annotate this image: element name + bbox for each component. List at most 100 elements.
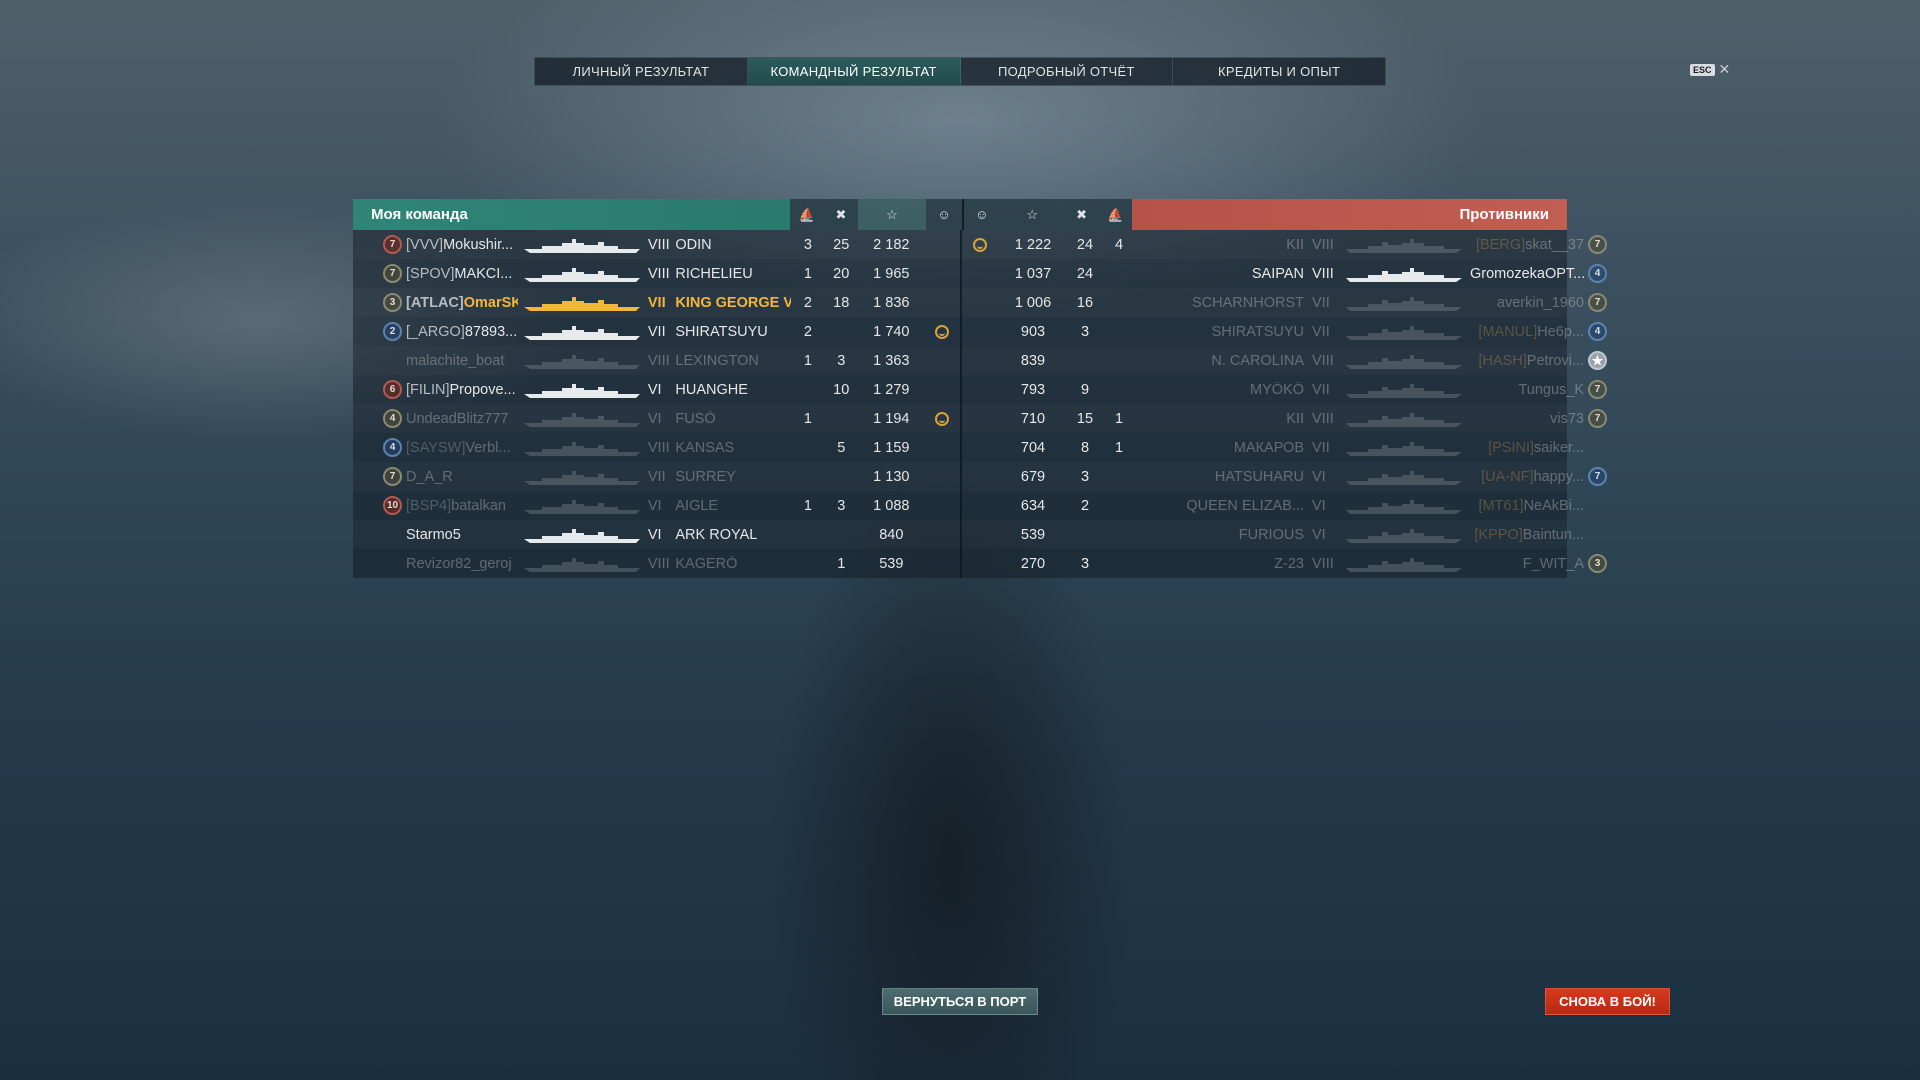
esc-key-label: ESC (1690, 63, 1715, 76)
stat-capture: 1 (803, 265, 812, 282)
player-nickname: He6p... (1537, 323, 1584, 340)
stat-kills: 3 (837, 497, 846, 514)
my-team-player[interactable]: 4 UndeadBlitz777 VI FUSŌ 1 1 194 (353, 404, 962, 433)
ribbon-award-icon (973, 237, 987, 252)
my-team-player[interactable]: 10 [BSP4]batalkan VI AIGLE 1 3 1 088 (353, 491, 962, 520)
enemy-player[interactable]: 539 FURIOUS VI [KPPO]Baintun... (962, 520, 1607, 549)
stat-xp: 839 (1020, 352, 1046, 369)
enemy-player[interactable]: 839 N. CAROLINA VIII [HASH]Petrovi... ★ (962, 346, 1607, 375)
ship-tier: VIII (647, 555, 670, 572)
stat-capture: 1 (803, 352, 812, 369)
rank-badge-icon: 4 (383, 409, 402, 428)
enemy-team-title: Противники (1132, 199, 1567, 230)
table-row: 7 [VVV]Mokushir... VIII ODIN 3 25 2 182 1 222 24… (353, 230, 1607, 259)
my-team-player[interactable]: 3 [ATLAC]OmarSK VII KING GEORGE V 2 18 1 836 (353, 288, 962, 317)
return-to-port-button[interactable]: ВЕРНУТЬСЯ В ПОРТ (882, 988, 1038, 1015)
ship-name: SHIRATSUYU (675, 323, 768, 340)
rank-badge-icon: 7 (1588, 467, 1607, 486)
ship-name: ARK ROYAL (675, 526, 758, 543)
rank-badge-icon: 7 (1588, 380, 1607, 399)
enemy-player[interactable]: 710 15 1 KII VIII vis73 7 (962, 404, 1607, 433)
ship-tier: VI (647, 497, 662, 514)
my-team-player[interactable]: 6 [FILIN]Propove... VI HUANGHE 10 1 279 (353, 375, 962, 404)
enemy-player[interactable]: 1 037 24 SAIPAN VIII GromozekaOPT... 4 (962, 259, 1607, 288)
ship-tier: VI (647, 381, 662, 398)
player-nickname: NeAkBi... (1523, 497, 1584, 514)
my-team-player[interactable]: 7 [SPOV]MAKCI... VIII RICHELIEU 1 20 1 965 (353, 259, 962, 288)
my-team-player[interactable]: 7 D_A_R VII SURREY 1 130 (353, 462, 962, 491)
enemy-player[interactable]: 704 8 1 МАКАРОВ VII [PSINI]saiker... (962, 433, 1607, 462)
player-name: [HASH]Petrovi... (1470, 353, 1584, 369)
my-team-player[interactable]: Starmo5 VI ARK ROYAL 840 (353, 520, 962, 549)
ship-silhouette-icon (523, 238, 640, 253)
close-button[interactable]: ESC ✕ (1690, 61, 1730, 78)
ship-silhouette-icon (523, 296, 640, 311)
stat-xp: 840 (879, 526, 904, 543)
player-name: F_WIT_A (1470, 556, 1584, 572)
ship-silhouette-icon (1346, 499, 1462, 514)
table-row: 4 [SAYSW]Verbl... VIII KANSAS 5 1 159 704 8 1 МАК… (353, 433, 1584, 462)
rank-badge-icon: 7 (1588, 293, 1607, 312)
player-name: [FILIN]Propove... (406, 382, 518, 398)
enemy-player[interactable]: 1 222 24 4 KII VIII [BERG]skat__37 7 (962, 230, 1607, 259)
stat-xp: 539 (1020, 526, 1046, 543)
stat-capture: 1 (1114, 410, 1124, 427)
stat-capture: 4 (1114, 236, 1124, 253)
player-name: averkin_1960 (1470, 295, 1584, 311)
rank-badge-icon: 7 (1588, 235, 1607, 254)
player-name: [SPOV]MAKCI... (406, 266, 518, 282)
tab-personal-result[interactable]: ЛИЧНЫЙ РЕЗУЛЬТАТ (535, 58, 748, 85)
tab-detailed-report[interactable]: ПОДРОБНЫЙ ОТЧЁТ (961, 58, 1174, 85)
ship-silhouette-icon (523, 528, 640, 543)
tab-credits-xp[interactable]: КРЕДИТЫ И ОПЫТ (1173, 58, 1385, 85)
ship-silhouette-icon (1346, 354, 1462, 369)
ship-name: FUSŌ (675, 410, 716, 427)
ship-name: KAGERŌ (675, 555, 738, 572)
ship-tier: VI (647, 526, 662, 543)
my-team-player[interactable]: Revizor82_geroj VIII KAGERŌ 1 539 (353, 549, 962, 578)
ship-name: SCHARNHORST (1192, 294, 1304, 311)
ribbon-icon: ☺ (975, 207, 989, 222)
stat-kills: 3 (1080, 468, 1090, 485)
enemy-player[interactable]: 793 9 MYŌKŌ VII Tungus_K 7 (962, 375, 1607, 404)
enemy-player[interactable]: 634 2 QUEEN ELIZAB... VI [MT61]NeAkBi... (962, 491, 1607, 520)
kills-icon: ✖ (1076, 206, 1088, 222)
player-name: [VVV]Mokushir... (406, 237, 518, 253)
table-header: Моя команда ⛵ ✖ ☆ ☺ ☺ ☆ ✖ ⛵ Противники (353, 199, 1567, 230)
rank-badge-icon: 10 (383, 496, 402, 515)
my-team-player[interactable]: malachite_boat VIII LEXINGTON 1 3 1 363 (353, 346, 962, 375)
player-nickname: Petrovi... (1526, 352, 1584, 369)
enemy-player[interactable]: 903 3 SHIRATSUYU VII [MANUL]He6p... 4 (962, 317, 1607, 346)
battle-again-button[interactable]: СНОВА В БОЙ! (1545, 988, 1670, 1015)
stat-ribbon (925, 324, 960, 339)
ship-silhouette-icon (1346, 412, 1462, 427)
ship-tier: VIII (1312, 352, 1334, 369)
ship-tier: VII (1312, 323, 1330, 340)
my-team-player[interactable]: 7 [VVV]Mokushir... VIII ODIN 3 25 2 182 (353, 230, 962, 259)
player-name: [MT61]NeAkBi... (1470, 498, 1584, 514)
enemy-player[interactable]: 679 3 HATSUHARU VI [UA-NF]happy... 7 (962, 462, 1607, 491)
player-nickname: Baintun... (1522, 526, 1584, 543)
stat-xp: 793 (1020, 381, 1046, 398)
enemy-player[interactable]: 270 3 Z-23 VIII F_WIT_A 3 (962, 549, 1607, 578)
tab-team-result[interactable]: КОМАНДНЫЙ РЕЗУЛЬТАТ (747, 58, 961, 85)
clan-tag: [SPOV] (406, 265, 455, 282)
enemy-player[interactable]: 1 006 16 SCHARNHORST VII averkin_1960 7 (962, 288, 1607, 317)
player-name: [KPPO]Baintun... (1470, 527, 1584, 543)
ship-tier: VI (1312, 526, 1326, 543)
table-row: 7 [SPOV]MAKCI... VIII RICHELIEU 1 20 1 965 1 03… (353, 259, 1607, 288)
table-row: 4 UndeadBlitz777 VI FUSŌ 1 1 194 710 15 1 KII VIII… (353, 404, 1607, 433)
ship-name: KII (1286, 236, 1304, 253)
clan-tag: [HASH] (1478, 352, 1527, 369)
clan-tag: [KPPO] (1474, 526, 1523, 543)
my-team-player[interactable]: 2 [_ARGO]87893... VII SHIRATSUYU 2 1 740 (353, 317, 962, 346)
stat-xp: 710 (1020, 410, 1046, 427)
stat-xp: 1 037 (1014, 265, 1052, 282)
team-results-table: Моя команда ⛵ ✖ ☆ ☺ ☺ ☆ ✖ ⛵ Противники 7… (353, 199, 1607, 578)
ship-tier: VIII (647, 236, 670, 253)
ship-name: AIGLE (675, 497, 719, 514)
my-team-player[interactable]: 4 [SAYSW]Verbl... VIII KANSAS 5 1 159 (353, 433, 962, 462)
ship-name: МАКАРОВ (1233, 439, 1304, 456)
stat-capture: 1 (803, 497, 812, 514)
stat-xp: 1 088 (873, 497, 910, 514)
